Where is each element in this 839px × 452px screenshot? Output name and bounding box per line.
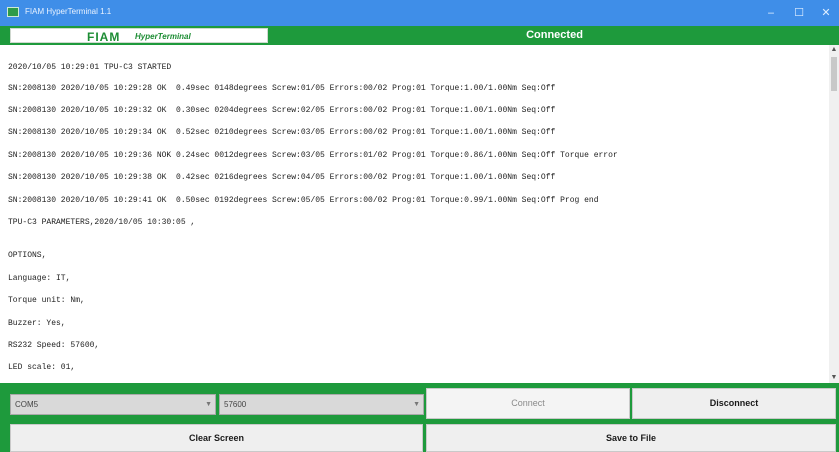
terminal-line: SN:2008130 2020/10/05 10:29:36 NOK 0.24s… (8, 151, 618, 160)
baud-value: 57600 (224, 400, 247, 409)
minimize-button[interactable]: ‒ (760, 4, 782, 22)
save-to-file-button[interactable]: Save to File (426, 424, 836, 452)
chevron-down-icon: ▼ (413, 401, 420, 408)
port-value: COM5 (15, 400, 39, 409)
baud-select[interactable]: 57600 ▼ (219, 394, 424, 415)
clear-screen-button[interactable]: Clear Screen (10, 424, 423, 452)
scroll-thumb[interactable] (831, 57, 837, 91)
scroll-up-icon[interactable]: ▲ (829, 45, 839, 55)
terminal-line: Buzzer: Yes, (8, 319, 66, 328)
port-select[interactable]: COM5 ▼ (10, 394, 216, 415)
brand-logo: FIAM HyperTerminal (10, 28, 268, 44)
terminal-line: Torque unit: Nm, (8, 296, 85, 305)
scroll-down-icon[interactable]: ▼ (829, 373, 839, 383)
terminal-line: 2020/10/05 10:29:01 TPU-C3 STARTED (8, 63, 172, 72)
chevron-down-icon: ▼ (205, 401, 212, 408)
window-title: FIAM HyperTerminal 1.1 (25, 7, 112, 16)
title-bar: FIAM HyperTerminal 1.1 ‒ ☐ ✕ (0, 0, 839, 26)
terminal-line: SN:2008130 2020/10/05 10:29:28 OK 0.49se… (8, 84, 556, 93)
terminal-line: SN:2008130 2020/10/05 10:29:32 OK 0.30se… (8, 106, 556, 115)
terminal-output[interactable]: 2020/10/05 10:29:01 TPU-C3 STARTED SN:20… (0, 45, 829, 383)
close-button[interactable]: ✕ (815, 4, 837, 22)
connect-button[interactable]: Connect (426, 388, 630, 419)
vertical-scrollbar[interactable]: ▲ ▼ (829, 45, 839, 383)
terminal-line: OPTIONS, (8, 251, 47, 260)
brand-subtitle: HyperTerminal (135, 32, 191, 41)
connection-status: Connected (526, 29, 583, 41)
terminal-line: LED scale: 01, (8, 363, 76, 372)
app-icon (7, 7, 19, 17)
terminal-line: RS232 Speed: 57600, (8, 341, 100, 350)
terminal-line: SN:2008130 2020/10/05 10:29:41 OK 0.50se… (8, 196, 599, 205)
disconnect-button[interactable]: Disconnect (632, 388, 836, 419)
brand-name: FIAM (87, 30, 121, 44)
maximize-button[interactable]: ☐ (788, 4, 810, 22)
terminal-line: Language: IT, (8, 274, 71, 283)
terminal-line: SN:2008130 2020/10/05 10:29:34 OK 0.52se… (8, 128, 556, 137)
terminal-line: TPU-C3 PARAMETERS,2020/10/05 10:30:05 , (8, 218, 196, 227)
terminal-line: SN:2008130 2020/10/05 10:29:38 OK 0.42se… (8, 173, 556, 182)
